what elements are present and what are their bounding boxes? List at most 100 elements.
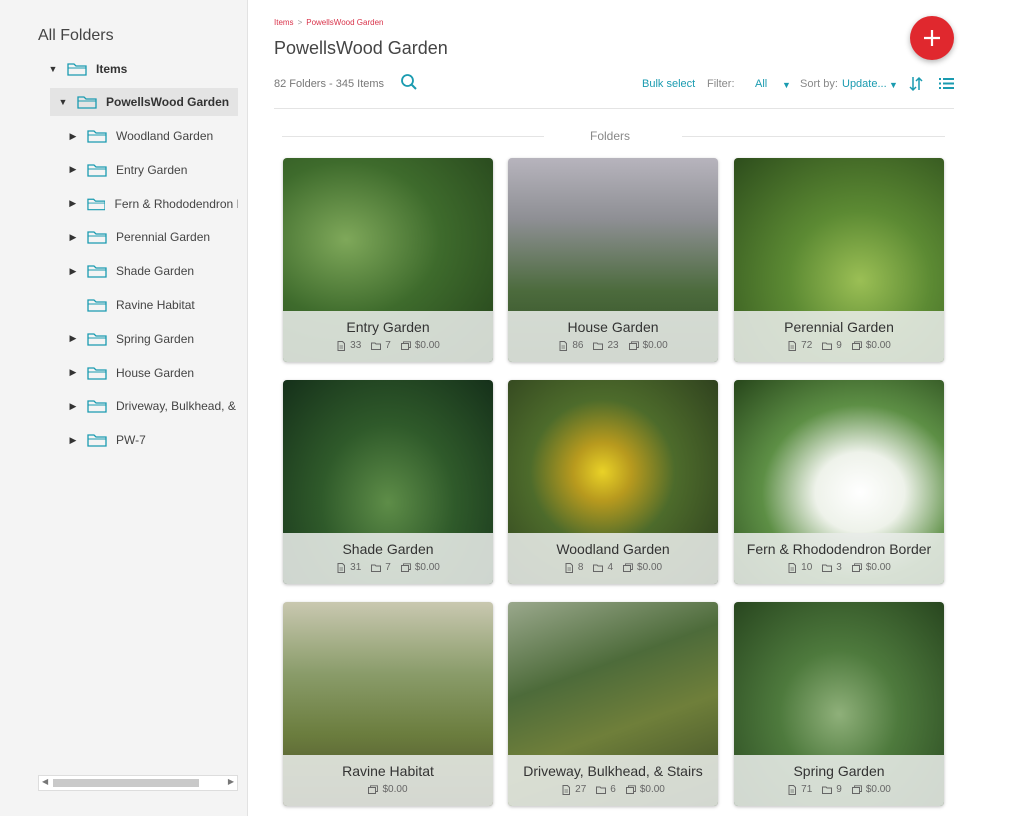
scrollbar-thumb[interactable] bbox=[53, 779, 199, 787]
expand-arrow-icon[interactable]: ▶ bbox=[68, 266, 78, 277]
tree-item-subfolder[interactable]: ▶ Fern & Rhododendron B bbox=[68, 190, 238, 218]
folder-card[interactable]: Spring Garden 71 9 $0.00 bbox=[734, 602, 944, 806]
folder-card[interactable]: Ravine Habitat $0.00 bbox=[283, 602, 493, 806]
total-value: $0.00 bbox=[628, 340, 668, 351]
folder-card[interactable]: Driveway, Bulkhead, & Stairs 27 6 $0.00 bbox=[508, 602, 718, 806]
item-icon bbox=[559, 340, 568, 351]
tree-item-subfolder[interactable]: ▶ Perennial Garden bbox=[68, 223, 238, 251]
item-icon bbox=[337, 340, 346, 351]
item-icon bbox=[788, 562, 797, 573]
breadcrumb-current[interactable]: PowellsWood Garden bbox=[306, 18, 383, 27]
expanded-arrow-icon[interactable]: ▼ bbox=[48, 64, 58, 74]
item-icon bbox=[565, 562, 573, 573]
subfolder-icon bbox=[371, 342, 382, 350]
folder-icon bbox=[86, 198, 106, 210]
item-icon bbox=[788, 784, 797, 795]
expanded-arrow-icon[interactable]: ▼ bbox=[58, 97, 68, 107]
sort-dropdown[interactable]: Update... bbox=[842, 78, 887, 90]
tree-item-subfolder[interactable]: ▶ Woodland Garden bbox=[68, 122, 238, 150]
item-count-value: 31 bbox=[350, 562, 362, 573]
total-value: $0.00 bbox=[400, 340, 440, 351]
tree-item-subfolder[interactable]: ▶ Shade Garden bbox=[68, 257, 238, 285]
tree-item-label: Driveway, Bulkhead, & bbox=[116, 399, 236, 414]
expand-arrow-icon[interactable]: ▶ bbox=[68, 164, 78, 175]
item-count-value: 71 bbox=[801, 784, 813, 795]
item-count-value: 33 bbox=[350, 340, 362, 351]
tree-item-subfolder[interactable]: ▶ Entry Garden bbox=[68, 156, 238, 184]
chevron-down-icon[interactable]: ▼ bbox=[889, 80, 898, 90]
total-value-text: $0.00 bbox=[865, 562, 891, 573]
total-value-text: $0.00 bbox=[414, 562, 440, 573]
item-count-value: 10 bbox=[801, 562, 813, 573]
tree-item-subfolder[interactable]: Ravine Habitat bbox=[68, 291, 238, 319]
folder-count-value: 23 bbox=[607, 340, 619, 351]
card-stats: 86 23 $0.00 bbox=[508, 340, 718, 351]
folder-card[interactable]: Woodland Garden 8 4 $0.00 bbox=[508, 380, 718, 584]
scroll-right-icon[interactable]: ▶ bbox=[228, 777, 234, 786]
folder-card[interactable]: Shade Garden 31 7 $0.00 bbox=[283, 380, 493, 584]
folder-count-value: 4 bbox=[607, 562, 614, 573]
tree-item-label: Fern & Rhododendron B bbox=[114, 196, 238, 211]
filter-dropdown[interactable]: All bbox=[755, 78, 767, 90]
value-icon bbox=[400, 562, 411, 572]
folder-icon bbox=[87, 130, 107, 143]
folder-card[interactable]: Fern & Rhododendron Border 10 3 $0.00 bbox=[734, 380, 944, 584]
expand-arrow-icon[interactable]: ▶ bbox=[68, 232, 78, 243]
total-value-text: $0.00 bbox=[865, 340, 891, 351]
folder-card[interactable]: Entry Garden 33 7 $0.00 bbox=[283, 158, 493, 362]
tree-item-subfolder[interactable]: ▶ House Garden bbox=[68, 359, 238, 387]
folder-card[interactable]: House Garden 86 23 $0.00 bbox=[508, 158, 718, 362]
expand-arrow-icon[interactable]: ▶ bbox=[68, 198, 78, 209]
expand-arrow-icon[interactable]: ▶ bbox=[68, 435, 78, 446]
chevron-down-icon[interactable]: ▼ bbox=[782, 80, 791, 90]
tree-item-label: Spring Garden bbox=[116, 331, 195, 346]
card-stats: 71 9 $0.00 bbox=[734, 784, 944, 795]
card-stats: 33 7 $0.00 bbox=[283, 340, 493, 351]
tree-item-subfolder[interactable]: ▶ PW-7 bbox=[68, 426, 238, 454]
total-value-text: $0.00 bbox=[414, 340, 440, 351]
tree-item-label: House Garden bbox=[116, 365, 195, 380]
card-stats: 10 3 $0.00 bbox=[734, 562, 944, 573]
list-view-icon[interactable] bbox=[939, 77, 954, 90]
card-title: Spring Garden bbox=[793, 763, 885, 779]
folder-count: 4 bbox=[593, 562, 613, 573]
item-count: 33 bbox=[336, 340, 361, 351]
total-value-text: $0.00 bbox=[642, 340, 668, 351]
tree-item-label: Items bbox=[96, 62, 128, 76]
breadcrumb-root[interactable]: Items bbox=[274, 18, 294, 27]
sort-label: Sort by: bbox=[800, 78, 838, 90]
tree-item-label: PowellsWood Garden bbox=[106, 95, 230, 109]
tree-item-subfolder[interactable]: ▶ Spring Garden bbox=[68, 325, 238, 353]
value-icon bbox=[851, 562, 862, 572]
tree-item-current[interactable]: ▼ PowellsWood Garden bbox=[50, 88, 238, 116]
scroll-left-icon[interactable]: ◀ bbox=[42, 777, 48, 786]
folder-count: 23 bbox=[593, 340, 619, 351]
expand-arrow-icon[interactable]: ▶ bbox=[68, 333, 78, 344]
expand-arrow-icon[interactable]: ▶ bbox=[68, 401, 78, 412]
folder-count-value: 9 bbox=[836, 340, 842, 351]
bulk-select-button[interactable]: Bulk select bbox=[642, 78, 695, 90]
tree-item-items[interactable]: ▼ Items bbox=[48, 55, 128, 83]
add-button[interactable] bbox=[910, 16, 954, 60]
folder-icon bbox=[87, 333, 107, 346]
breadcrumb-separator: > bbox=[297, 18, 303, 27]
value-icon bbox=[851, 784, 862, 794]
item-count-value: 72 bbox=[801, 340, 813, 351]
folder-count-value: 7 bbox=[385, 562, 391, 573]
tree-item-subfolder[interactable]: ▶ Driveway, Bulkhead, & bbox=[68, 392, 238, 420]
tree-item-label: Shade Garden bbox=[116, 264, 195, 279]
sidebar-title: All Folders bbox=[38, 27, 114, 44]
folder-icon bbox=[77, 96, 97, 109]
total-value: $0.00 bbox=[851, 340, 891, 351]
sort-order-icon[interactable] bbox=[909, 76, 923, 92]
card-info: Ravine Habitat $0.00 bbox=[283, 755, 493, 806]
folder-card[interactable]: Perennial Garden 72 9 $0.00 bbox=[734, 158, 944, 362]
item-icon bbox=[562, 784, 571, 795]
search-icon[interactable] bbox=[400, 73, 418, 91]
expand-arrow-icon[interactable]: ▶ bbox=[68, 367, 78, 378]
breadcrumb: Items > PowellsWood Garden bbox=[274, 18, 383, 27]
folder-icon bbox=[87, 299, 107, 312]
section-label-folders: Folders bbox=[590, 129, 631, 143]
horizontal-scrollbar[interactable]: ◀ ▶ bbox=[38, 775, 238, 791]
expand-arrow-icon[interactable]: ▶ bbox=[68, 131, 78, 142]
